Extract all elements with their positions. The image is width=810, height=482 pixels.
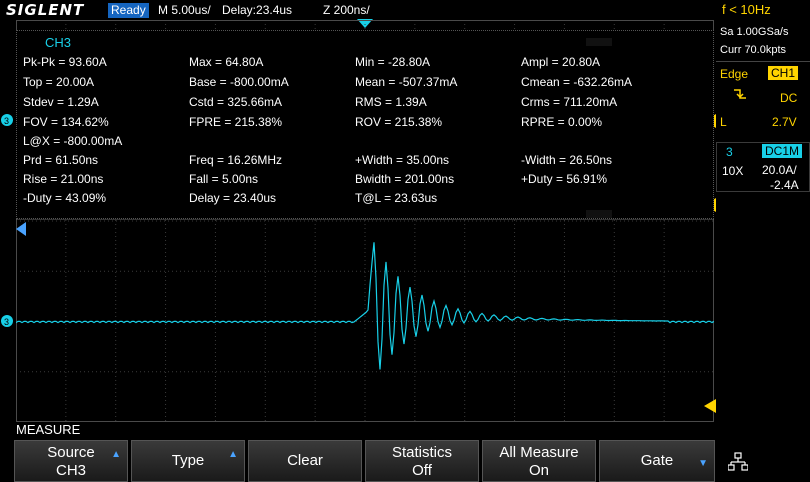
timebase-readout[interactable]: M 5.00us/ <box>158 3 211 17</box>
delay-readout[interactable]: Delay:23.4us <box>222 3 292 17</box>
all-measure-softkey-value: On <box>528 462 549 479</box>
measurement-value: -Width = 26.50ns <box>521 153 613 167</box>
memory-depth-readout: Curr 70.0kpts <box>720 44 787 56</box>
type-softkey[interactable]: Type ▲ <box>131 440 245 482</box>
all-measure-softkey[interactable]: All Measure On <box>482 440 596 482</box>
vertical-offset-readout: -2.4A <box>770 178 799 192</box>
svg-text:3: 3 <box>4 116 9 126</box>
measurement-value: L@X = -800.00mA <box>23 134 123 148</box>
clear-softkey-label: Clear <box>287 452 323 469</box>
channel-ground-marker-main[interactable]: 3 <box>0 113 16 127</box>
measurement-value: Cstd = 325.66mA <box>189 95 283 109</box>
measurement-value: Min = -28.80A <box>355 55 431 69</box>
measurement-value: Mean = -507.37mA <box>355 75 458 89</box>
brand-logo: SIGLENT <box>6 1 85 19</box>
vertical-scale-readout: 20.0A/ <box>762 163 797 177</box>
channel-ground-marker-zoom[interactable]: 3 <box>0 314 16 328</box>
measurement-value: Top = 20.00A <box>23 75 95 89</box>
zoom-window-marker-top <box>586 38 612 46</box>
clear-softkey[interactable]: Clear <box>248 440 362 482</box>
measurement-value: Freq = 16.26MHz <box>189 153 283 167</box>
trigger-level-marker-zoom[interactable] <box>704 399 716 413</box>
measurement-value: Rise = 21.00ns <box>23 172 104 186</box>
up-arrow-icon: ▲ <box>111 449 121 460</box>
measurement-value: RMS = 1.39A <box>355 95 427 109</box>
svg-text:3: 3 <box>4 317 9 327</box>
probe-ratio-label: 10X <box>722 164 744 178</box>
source-softkey-value: CH3 <box>55 462 86 479</box>
measurement-value: Cmean = -632.26mA <box>521 75 633 89</box>
menu-title: MEASURE <box>16 422 81 437</box>
statistics-softkey-label: Statistics <box>391 444 452 461</box>
statistics-softkey[interactable]: Statistics Off <box>365 440 479 482</box>
sample-rate-readout: Sa 1.00GSa/s <box>720 26 789 38</box>
down-arrow-icon: ▼ <box>698 458 708 469</box>
measurement-value: T@L = 23.63us <box>355 191 438 205</box>
measurement-value: FOV = 134.62% <box>23 115 109 129</box>
channel-number-label: 3 <box>726 145 733 159</box>
trigger-source-badge: CH1 <box>768 66 799 80</box>
zoom-trace <box>16 242 714 370</box>
trigger-level-readout: 2.7V <box>772 115 797 129</box>
rising-edge-icon <box>734 89 746 99</box>
measurement-value: Bwidth = 201.00ns <box>355 172 455 186</box>
up-arrow-icon: ▲ <box>228 449 238 460</box>
measurement-value: Crms = 711.20mA <box>521 95 618 109</box>
zoom-timebase-readout[interactable]: Z 200ns/ <box>323 3 370 17</box>
measurement-value: Stdev = 1.29A <box>23 95 99 109</box>
measurement-value: Max = 64.80A <box>189 55 264 69</box>
run-status-badge: Ready <box>108 3 149 18</box>
trigger-type-label: Edge <box>720 67 749 81</box>
measurement-value: FPRE = 215.38% <box>189 115 283 129</box>
measurement-value: Fall = 5.00ns <box>189 172 259 186</box>
channel-coupling-badge: DC1M <box>762 144 803 158</box>
measurement-value: -Duty = 43.09% <box>23 191 107 205</box>
all-measure-softkey-label: All Measure <box>499 444 579 461</box>
measurement-value: RPRE = 0.00% <box>521 115 603 129</box>
network-icon[interactable] <box>728 452 748 472</box>
trigger-frequency-readout: f < 10Hz <box>722 2 771 17</box>
measurement-value: Prd = 61.50ns <box>23 153 99 167</box>
measurement-value: Delay = 23.40us <box>189 191 277 205</box>
measurement-value: Base = -800.00mA <box>189 75 289 89</box>
zoom-left-marker[interactable] <box>16 222 26 236</box>
zoom-window-marker-bottom <box>586 210 612 218</box>
source-softkey[interactable]: Source CH3 ▲ <box>14 440 128 482</box>
trigger-slope-label: L <box>720 115 727 129</box>
measurement-channel-label: CH3 <box>45 35 72 50</box>
measurement-value: Pk-Pk = 93.60A <box>23 55 107 69</box>
measurement-value: ROV = 215.38% <box>355 115 443 129</box>
measurement-value: +Duty = 56.91% <box>521 172 608 186</box>
trigger-coupling-label: DC <box>780 91 798 105</box>
measurement-panel: CH3 Pk-Pk = 93.60A Max = 64.80A Min = -28.… <box>16 30 714 219</box>
gate-softkey-label: Gate <box>640 452 674 469</box>
type-softkey-label: Type <box>171 452 205 469</box>
measurement-value: Ampl = 20.80A <box>521 55 601 69</box>
measurement-value: +Width = 35.00ns <box>355 153 450 167</box>
statistics-softkey-value: Off <box>412 462 432 479</box>
gate-softkey[interactable]: Gate ▼ <box>599 440 715 482</box>
